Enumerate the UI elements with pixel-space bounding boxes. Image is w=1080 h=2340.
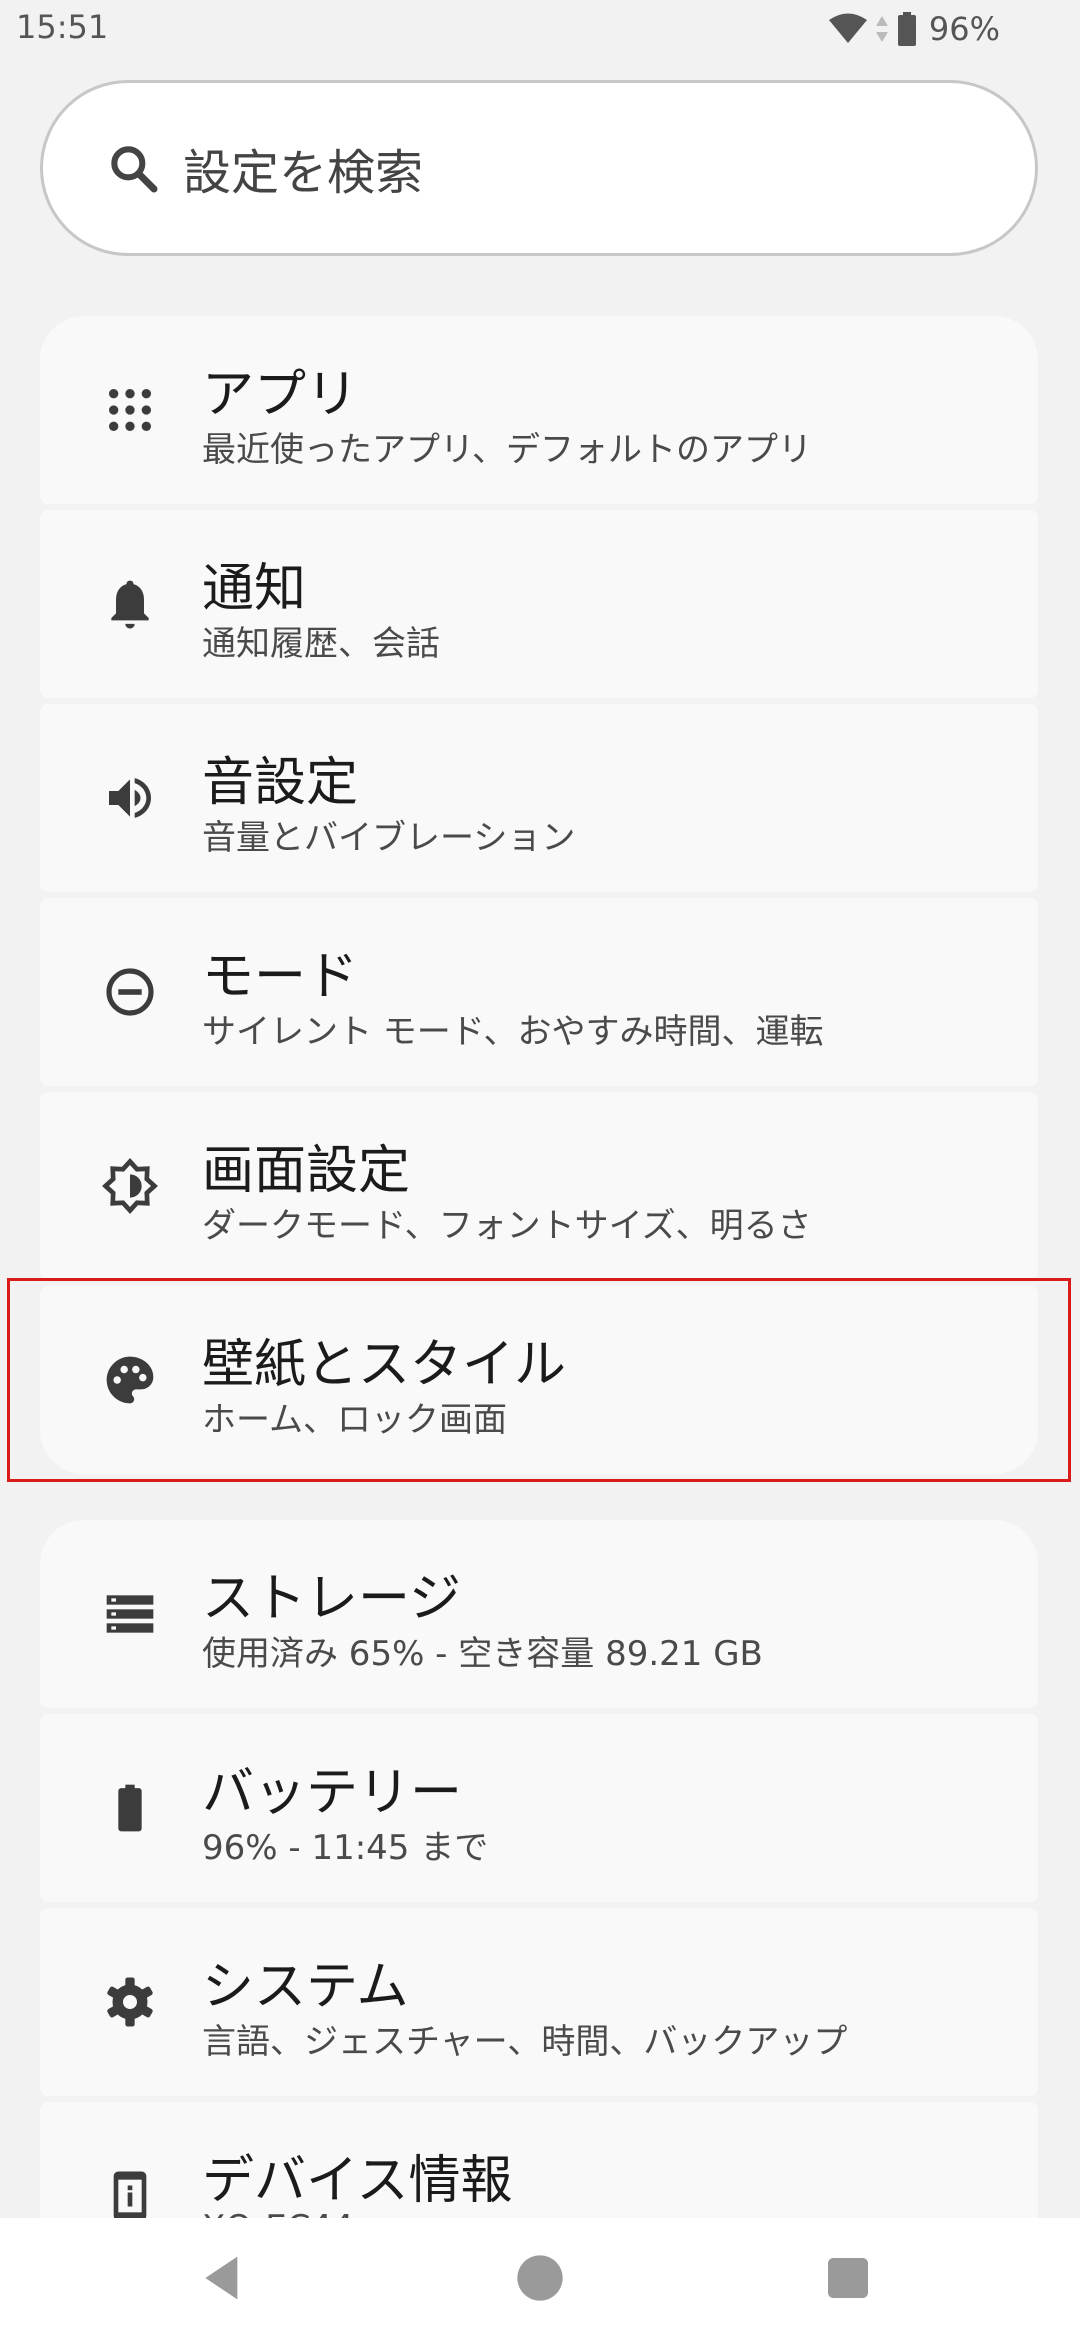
- settings-item-title: システム: [202, 1957, 409, 2017]
- settings-item-title: バッテリー: [202, 1763, 463, 1823]
- settings-item-summary: ホーム、ロック画面: [202, 1400, 507, 1440]
- search-bar[interactable]: 設定を検索: [40, 80, 1038, 256]
- settings-item-title: アプリ: [202, 365, 359, 425]
- settings-item-summary: 最近使ったアプリ、デフォルトのアプリ: [202, 430, 812, 470]
- navigation-bar: [0, 2218, 1080, 2340]
- settings-item-summary: 使用済み 65% - 空き容量 89.21 GB: [202, 1634, 763, 1674]
- settings-item-summary: 96% - 11:45 まで: [202, 1828, 489, 1868]
- settings-item-battery[interactable]: バッテリー 96% - 11:45 まで: [40, 1714, 1038, 1902]
- settings-item-system[interactable]: システム 言語、ジェスチャー、時間、バックアップ: [40, 1908, 1038, 2096]
- back-icon[interactable]: [192, 2246, 256, 2310]
- do-not-disturb-icon: [102, 964, 158, 1020]
- settings-item-modes[interactable]: モード サイレント モード、おやすみ時間、運転: [40, 898, 1038, 1086]
- data-arrows-icon: [875, 14, 889, 44]
- device-info-icon: [102, 2168, 158, 2224]
- settings-item-title: 音設定: [202, 753, 359, 813]
- settings-item-title: 通知: [202, 559, 307, 619]
- settings-item-title: ストレージ: [202, 1569, 461, 1629]
- storage-icon: [102, 1586, 158, 1642]
- home-icon[interactable]: [508, 2246, 572, 2310]
- settings-item-summary: サイレント モード、おやすみ時間、運転: [202, 1012, 824, 1052]
- settings-item-apps[interactable]: アプリ 最近使ったアプリ、デフォルトのアプリ: [40, 316, 1038, 504]
- wifi-icon: [828, 13, 867, 45]
- recents-icon[interactable]: [816, 2246, 880, 2310]
- settings-item-title: デバイス情報: [202, 2151, 513, 2211]
- status-bar: 15:51 96%: [0, 0, 1080, 58]
- speaker-icon: [102, 770, 158, 826]
- battery-icon: [102, 1780, 158, 1836]
- settings-item-storage[interactable]: ストレージ 使用済み 65% - 空き容量 89.21 GB: [40, 1520, 1038, 1708]
- settings-item-sound[interactable]: 音設定 音量とバイブレーション: [40, 704, 1038, 892]
- search-placeholder: 設定を検索: [183, 145, 424, 201]
- bell-icon: [102, 576, 158, 632]
- settings-item-title: 画面設定: [202, 1141, 411, 1201]
- settings-item-display[interactable]: 画面設定 ダークモード、フォントサイズ、明るさ: [40, 1092, 1038, 1280]
- palette-icon: [102, 1352, 158, 1408]
- brightness-icon: [102, 1158, 158, 1214]
- gear-icon: [102, 1974, 158, 2030]
- settings-item-summary: 言語、ジェスチャー、時間、バックアップ: [202, 2022, 848, 2062]
- status-time: 15:51: [16, 8, 109, 46]
- search-icon: [105, 140, 161, 196]
- settings-item-notifications[interactable]: 通知 通知履歴、会話: [40, 510, 1038, 698]
- settings-item-title: モード: [202, 947, 359, 1007]
- settings-item-summary: 音量とバイブレーション: [202, 818, 576, 858]
- battery-percent: 96%: [928, 10, 1000, 48]
- settings-item-summary: ダークモード、フォントサイズ、明るさ: [202, 1206, 812, 1246]
- settings-item-wallpaper[interactable]: 壁紙とスタイル ホーム、ロック画面: [40, 1286, 1038, 1474]
- settings-item-title: 壁紙とスタイル: [202, 1335, 567, 1395]
- apps-grid-icon: [102, 382, 158, 438]
- battery-icon: [897, 12, 917, 46]
- settings-item-summary: 通知履歴、会話: [202, 624, 440, 664]
- status-icons: 96%: [828, 10, 1000, 48]
